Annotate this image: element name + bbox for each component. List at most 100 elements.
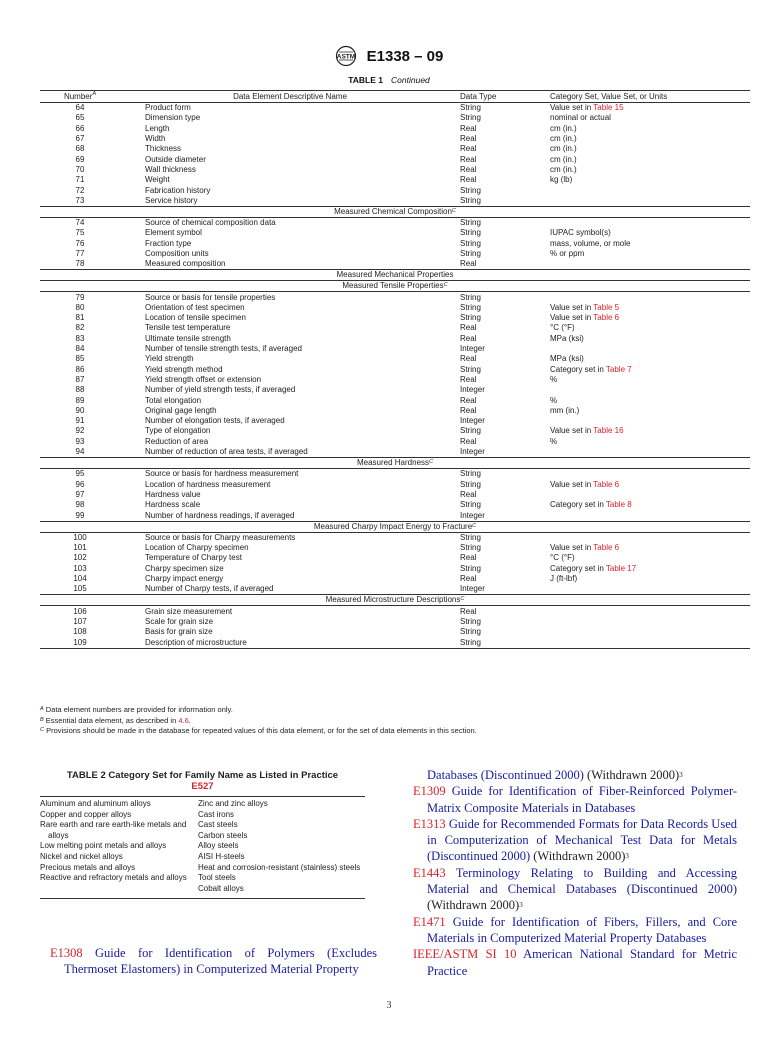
reference-code-link[interactable]: E1313 [413, 817, 446, 831]
family-name-item: Heat and corrosion-resistant (stainless)… [198, 862, 361, 872]
reference-title[interactable]: Guide for Identification of Fibers, Fill… [427, 915, 737, 945]
table-ref-link[interactable]: Table 6 [593, 313, 619, 322]
cell-type: String [460, 616, 481, 626]
document-id: E1338 – 09 [366, 47, 444, 65]
reference-e1313: E1313 Guide for Recommended Formats for … [413, 816, 737, 864]
cell-type: Real [460, 333, 477, 343]
cell-units [550, 385, 750, 395]
table1-caption: Continued [391, 75, 430, 85]
cell-type: String [460, 469, 481, 479]
table1-row: 68 Thickness Real cm (in.) [40, 144, 750, 154]
cell-name: Dimension type [145, 113, 201, 123]
table1-group-header: Measured Mechanical Properties [40, 269, 750, 282]
section-ref-link[interactable]: 4.6 [178, 716, 188, 725]
cell-units: Value set in Table 16 [550, 426, 624, 436]
cell-type: String [460, 292, 481, 302]
cell-number: 73 [75, 195, 85, 205]
cell-number: 89 [75, 395, 85, 405]
cell-name: Outside diameter [145, 154, 206, 164]
cell-number: 90 [75, 405, 85, 415]
table1-row: 70 Wall thickness Real cm (in.) [40, 165, 750, 175]
family-name-item: Cast steels [198, 820, 238, 830]
cell-name: Source or basis for tensile properties [145, 292, 276, 302]
table1-label: TABLE 1 [348, 75, 384, 85]
cell-name: Service history [145, 195, 198, 205]
cell-name: Yield strength method [145, 364, 223, 374]
family-name-item: Cobalt alloys [198, 883, 244, 893]
table1-row: 94 Number of reduction of area tests, if … [40, 447, 750, 458]
table-ref-link[interactable]: Table 17 [606, 564, 636, 573]
cell-type: String [460, 627, 481, 637]
cell-type: String [460, 302, 481, 312]
footnote: C Provisions should be made in the datab… [40, 726, 477, 735]
reference-code-link[interactable]: E1309 [413, 784, 446, 798]
reference-status: (Withdrawn 2000) [587, 768, 680, 782]
table1-body: 64 Product form String Value set in Table 1… [40, 103, 750, 649]
table1-row: 67 Width Real cm (in.) [40, 134, 750, 144]
table1-row: 105 Number of Charpy tests, if averaged In… [40, 584, 750, 595]
cell-number: 69 [75, 154, 85, 164]
cell-number: 80 [75, 302, 85, 312]
cell-number: 79 [75, 292, 85, 302]
reference-code-link[interactable]: E1443 [413, 866, 446, 880]
reference-code-link[interactable]: E1308 [50, 946, 83, 960]
table1-row: 108 Basis for grain size String [40, 627, 750, 637]
cell-units: IUPAC symbol(s) [550, 228, 611, 238]
references-right: Databases (Discontinued 2000) (Withdrawn… [413, 767, 737, 979]
family-name-item: Zinc and zinc alloys [198, 799, 268, 808]
cell-name: Location of tensile specimen [145, 313, 246, 323]
table-ref-link[interactable]: Table 16 [593, 426, 623, 435]
col-header-name: Data Element Descriptive Name [120, 90, 460, 103]
table-ref-link[interactable]: Table 15 [593, 103, 623, 112]
cell-units: % or ppm [550, 249, 585, 258]
cell-type: String [460, 185, 481, 195]
cell-number: 91 [75, 416, 85, 426]
cell-name: Number of reduction of area tests, if av… [145, 447, 308, 457]
table-ref-link[interactable]: Table 7 [606, 365, 632, 374]
reference-code-link[interactable]: E1471 [413, 915, 446, 929]
cell-number: 95 [75, 469, 85, 479]
table1-row: 83 Ultimate tensile strength Real MPa (ksi) [40, 334, 750, 344]
reference-title[interactable]: Guide for Identification of Fiber-Reinfo… [427, 784, 737, 814]
cell-type: String [460, 113, 481, 123]
cell-name: Grain size measurement [145, 606, 233, 616]
table2-title-ref-link[interactable]: E527 [191, 781, 213, 792]
family-name-item: Tool steels [198, 873, 236, 883]
reference-code-link[interactable]: IEEE/ASTM SI 10 [413, 947, 517, 961]
cell-number: 85 [75, 354, 85, 364]
cell-number: 76 [75, 238, 85, 248]
cell-units [550, 490, 750, 500]
table-ref-link[interactable]: Table 6 [593, 480, 619, 489]
cell-units: MPa (ksi) [550, 354, 584, 364]
table1-row: 109 Description of microstructure String [40, 637, 750, 649]
reference-title[interactable]: Terminology Relating to Building and Acc… [427, 866, 737, 896]
table1-group-header: Measured Chemical CompositionC [40, 205, 750, 218]
cell-name: Fraction type [145, 238, 192, 248]
reference-title-continued[interactable]: Databases (Discontinued 2000) [427, 768, 584, 782]
cell-type: Real [460, 574, 477, 584]
cell-type: Integer [460, 510, 485, 520]
table-ref-link[interactable]: Table 5 [593, 303, 619, 312]
cell-number: 72 [75, 185, 85, 195]
family-name-item: Rare earth and rare earth-like metals an… [40, 820, 187, 840]
cell-name: Scale for grain size [145, 616, 214, 626]
cell-units: kg (lb) [550, 175, 573, 185]
table1-row: 98 Hardness scale String Category set in Ta… [40, 500, 750, 510]
cell-name: Product form [145, 103, 191, 113]
cell-number: 109 [40, 637, 120, 649]
cell-type: String [460, 563, 481, 573]
cell-number: 87 [75, 374, 85, 384]
cell-type: Integer [460, 447, 485, 457]
cell-number: 70 [75, 164, 85, 174]
table-ref-link[interactable]: Table 8 [606, 500, 632, 509]
reference-e1471: E1471 Guide for Identification of Fibers… [413, 914, 737, 947]
cell-name: Number of Charpy tests, if averaged [145, 584, 274, 594]
cell-units: Category set in Table 17 [550, 563, 637, 573]
cell-number: 65 [75, 113, 85, 123]
reference-title[interactable]: Guide for Identification of Polymers (Ex… [64, 946, 377, 976]
table-ref-link[interactable]: Table 6 [593, 543, 619, 552]
table1-group-header: Measured Tensile PropertiesC [40, 280, 750, 293]
cell-units [550, 606, 750, 617]
cell-units: mm (in.) [550, 405, 580, 415]
cell-units: mass, volume, or mole [550, 238, 631, 248]
